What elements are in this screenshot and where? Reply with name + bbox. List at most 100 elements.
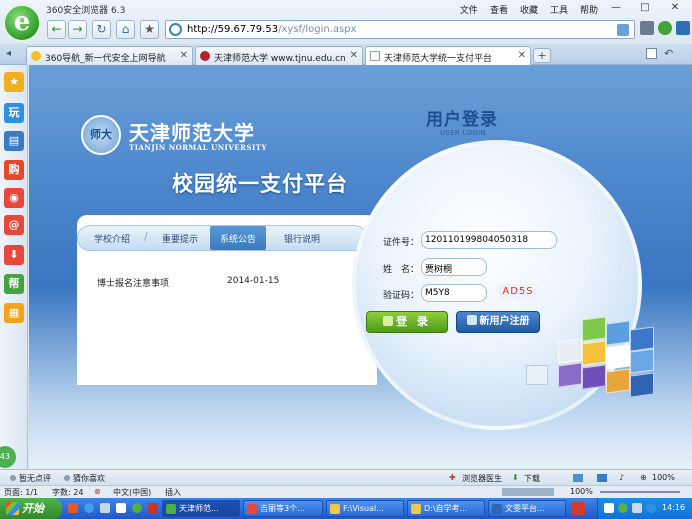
screenshot-icon[interactable] xyxy=(573,474,583,482)
doc-language: 中文(中国) xyxy=(113,488,152,497)
login-icon xyxy=(383,316,394,326)
volume-icon[interactable]: ♪ xyxy=(619,473,624,482)
task-extra-icon[interactable] xyxy=(571,502,585,515)
quicklaunch-desktop-icon[interactable] xyxy=(100,503,110,513)
browser-doctor-link[interactable]: 浏览器医生 xyxy=(462,473,502,484)
tab-separator: / xyxy=(144,230,148,243)
minimize-button[interactable]: — xyxy=(602,1,630,15)
shopping-icon[interactable]: 购 xyxy=(4,160,24,180)
doc-mode[interactable]: 插入 xyxy=(165,487,181,498)
close-button[interactable]: ✕ xyxy=(660,1,690,15)
games-icon[interactable]: 玩 xyxy=(4,103,24,123)
name-input[interactable]: 贾树桐 xyxy=(421,258,487,276)
download-link[interactable]: 下载 xyxy=(524,473,540,484)
forward-button[interactable]: → xyxy=(68,20,87,39)
compat-mode-icon[interactable] xyxy=(640,21,654,35)
tab-page-icon xyxy=(370,51,380,61)
task-document[interactable]: 文雯平台... xyxy=(488,500,566,517)
tab-bank-info[interactable]: 银行说明 xyxy=(284,232,320,245)
refresh-button[interactable]: ↻ xyxy=(92,20,111,39)
notice-link[interactable]: 博士报名注意事项 xyxy=(97,276,169,289)
quicklaunch-icon[interactable] xyxy=(68,503,78,513)
page-info-icon[interactable] xyxy=(617,24,629,36)
recommend-text[interactable]: 猜你喜欢 xyxy=(73,473,105,484)
doc-zoom: 100% xyxy=(570,487,593,496)
tab-bar: ◂ 360导航_新一代安全上网导航 ✕ 天津师范大学 www.tjnu.edu.… xyxy=(0,44,692,66)
tray-360-icon[interactable] xyxy=(618,503,628,513)
tab-list-icon[interactable] xyxy=(646,48,657,59)
quicklaunch-app-icon[interactable] xyxy=(148,503,158,513)
login-button[interactable]: 登 录 xyxy=(366,311,448,333)
task-label: D:\自学考... xyxy=(424,504,468,513)
tab-360-icon xyxy=(31,51,41,61)
tray-network-icon[interactable] xyxy=(604,503,614,513)
tray-sound-icon[interactable] xyxy=(632,503,642,513)
register-button-label: 新用户注册 xyxy=(479,316,530,327)
tab-school-intro[interactable]: 学校介绍 xyxy=(94,232,130,245)
reader-icon[interactable]: ▤ xyxy=(4,131,24,151)
url-host: http://59.67.79.53 xyxy=(187,24,279,35)
menu-view[interactable]: 查看 xyxy=(490,3,508,16)
sidebar-toggle-icon[interactable]: ◂ xyxy=(6,48,11,59)
quicklaunch-360-icon[interactable] xyxy=(132,503,142,513)
ie-icon[interactable] xyxy=(597,474,607,482)
undo-close-icon[interactable]: ↶ xyxy=(664,47,673,60)
login-button-label: 登 录 xyxy=(396,315,431,328)
favorite-button[interactable]: ★ xyxy=(140,20,159,39)
captcha-input[interactable]: M5Y8 xyxy=(421,284,487,302)
download-icon: ⬇ xyxy=(512,473,519,482)
tab-important-notes[interactable]: 重要提示 xyxy=(162,232,198,245)
doctor-icon: ✚ xyxy=(449,473,456,482)
decorative-small-cube xyxy=(526,365,548,385)
task-folder-study[interactable]: D:\自学考... xyxy=(407,500,485,517)
tab-tjnu-icon xyxy=(200,51,210,61)
zoom-level[interactable]: 100% xyxy=(652,473,675,482)
download-manager-icon[interactable]: ⬇ xyxy=(4,245,24,265)
tab-close-icon[interactable]: ✕ xyxy=(350,50,358,61)
weibo-icon[interactable]: ◉ xyxy=(4,188,24,208)
register-button[interactable]: 新用户注册 xyxy=(456,311,540,333)
tab-system-notice[interactable]: 系统公告 xyxy=(210,226,267,250)
speed-mode-icon[interactable] xyxy=(658,21,672,35)
back-button[interactable]: ← xyxy=(47,20,66,39)
tab-close-icon[interactable]: ✕ xyxy=(518,50,526,61)
menu-file[interactable]: 文件 xyxy=(460,3,478,16)
start-button[interactable]: 开始 xyxy=(0,498,62,519)
home-button[interactable]: ⌂ xyxy=(116,20,135,39)
task-chat[interactable]: 吉丽等3个... xyxy=(243,500,323,517)
captcha-image[interactable]: AD5S xyxy=(499,284,537,300)
menu-favorites[interactable]: 收藏 xyxy=(520,3,538,16)
new-tab-button[interactable]: + xyxy=(533,48,551,63)
task-folder-visual[interactable]: F:\Visual... xyxy=(326,500,404,517)
favorites-icon[interactable]: ★ xyxy=(4,72,24,92)
tools-icon[interactable] xyxy=(676,21,690,35)
zoom-slider[interactable] xyxy=(600,491,680,493)
tab-360nav[interactable]: 360导航_新一代安全上网导航 ✕ xyxy=(26,46,193,65)
doc-page: 页面: 1/1 xyxy=(4,488,39,497)
university-name: 天津师范大学 xyxy=(129,121,255,145)
tab-payment-platform[interactable]: 天津师范大学统一支付平台 ✕ xyxy=(365,46,531,66)
task-label: 吉丽等3个... xyxy=(260,504,305,513)
quicklaunch-ie-icon[interactable] xyxy=(84,503,94,513)
notice-date: 2014-01-15 xyxy=(227,276,280,286)
menu-help[interactable]: 帮助 xyxy=(580,3,598,16)
view-buttons[interactable] xyxy=(502,488,554,496)
task-label: 文雯平台... xyxy=(505,504,545,513)
info-panel: 学校介绍 / 重要提示 系统公告 银行说明 博士报名注意事项 2014-01-1… xyxy=(77,215,377,385)
quicklaunch-media-icon[interactable] xyxy=(116,503,126,513)
menu-tools[interactable]: 工具 xyxy=(550,3,568,16)
browser-logo-icon[interactable]: e xyxy=(3,4,41,42)
mail-icon[interactable]: @ xyxy=(4,215,24,235)
address-bar[interactable]: http://59.67.79.53/xysf/login.aspx xyxy=(165,20,635,39)
spellcheck-icon[interactable]: ⊗ xyxy=(94,487,101,496)
tab-tjnu-home[interactable]: 天津师范大学 www.tjnu.edu.cn ✕ xyxy=(195,46,363,65)
task-browser[interactable]: 天津师范... xyxy=(162,500,240,517)
help-icon[interactable]: 帮 xyxy=(4,274,24,294)
apps-icon[interactable]: ▦ xyxy=(4,303,24,323)
url-text[interactable]: http://59.67.79.53/xysf/login.aspx xyxy=(187,24,357,35)
maximize-button[interactable]: □ xyxy=(631,1,659,15)
id-number-input[interactable]: 120110199804050318 xyxy=(421,231,557,249)
tray-app-icon[interactable] xyxy=(646,503,656,513)
tab-close-icon[interactable]: ✕ xyxy=(180,50,188,61)
no-comment-text[interactable]: 暂无点评 xyxy=(19,473,51,484)
